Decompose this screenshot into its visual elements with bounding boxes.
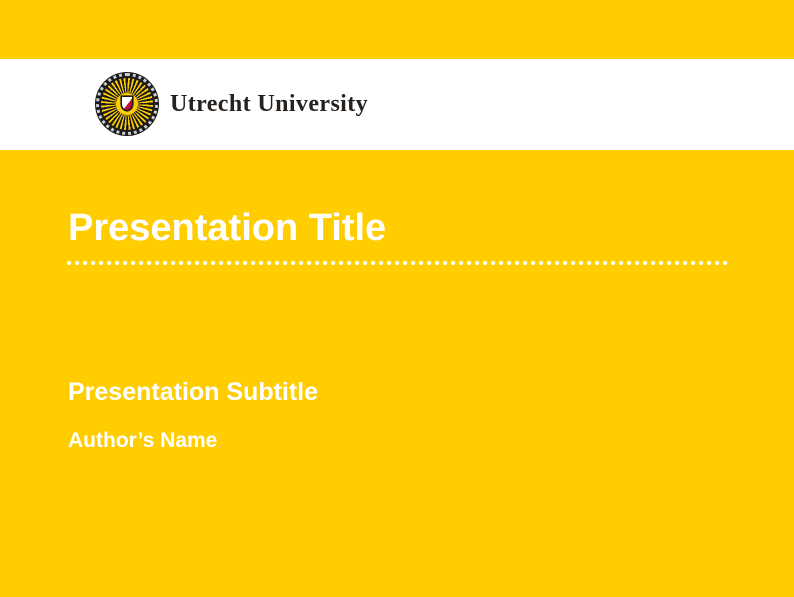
shield-icon <box>120 95 134 112</box>
title-slide: Utrecht University Presentation Title Pr… <box>0 0 794 597</box>
university-wordmark: Utrecht University <box>170 90 368 118</box>
author-name: Author’s Name <box>68 428 217 454</box>
dotted-divider <box>66 259 730 267</box>
presentation-title: Presentation Title <box>68 206 386 250</box>
utrecht-university-logo <box>95 72 159 136</box>
presentation-subtitle: Presentation Subtitle <box>68 377 318 407</box>
